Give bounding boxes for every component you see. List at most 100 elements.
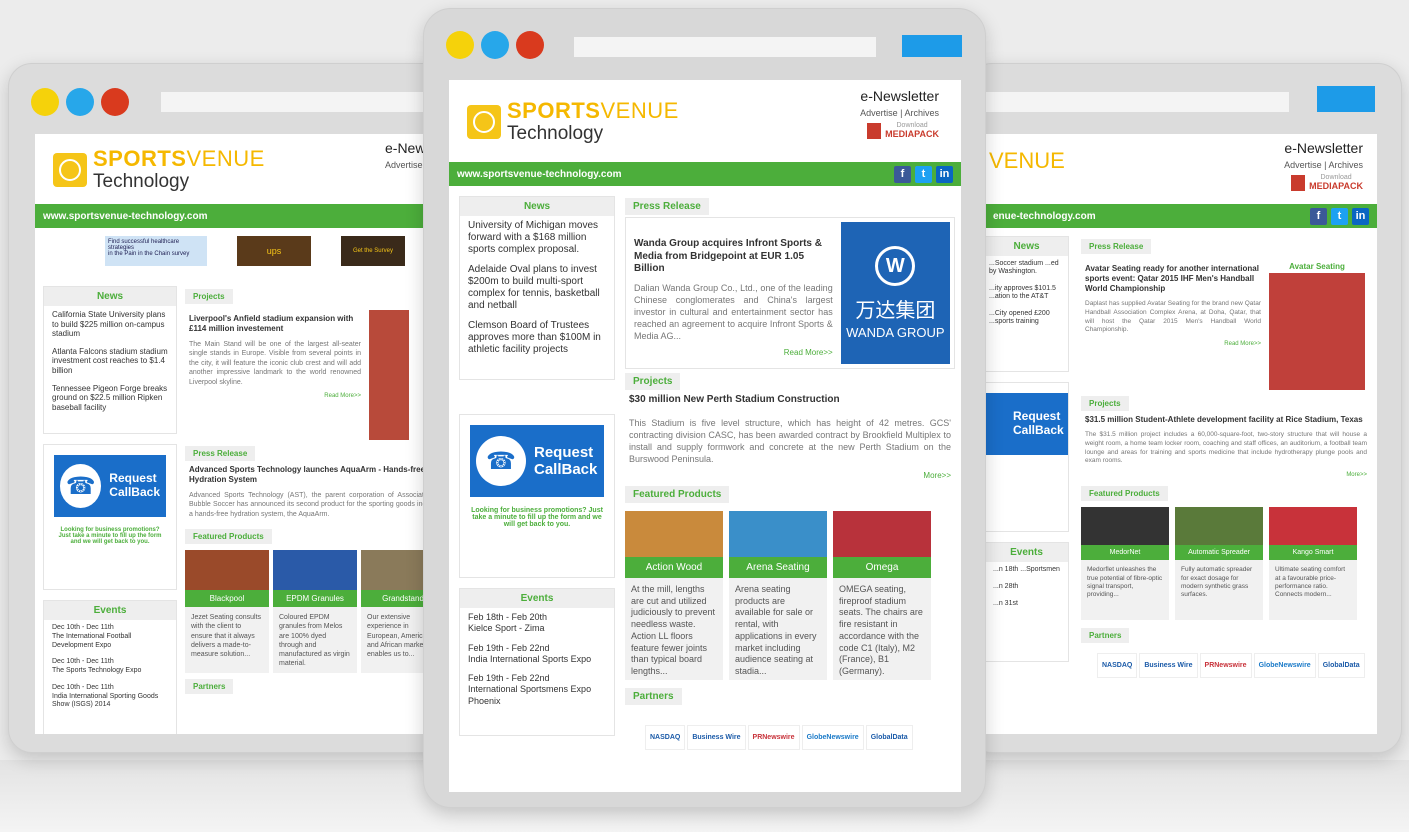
globaldata-logo[interactable]: GlobalData [1317,653,1365,679]
window-dot-yellow [446,31,474,59]
globaldata-logo[interactable]: GlobalData [865,725,913,751]
more-link[interactable]: More>> [1085,472,1367,478]
project-title[interactable]: Liverpool's Anfield stadium expansion wi… [189,314,361,334]
nasdaq-logo[interactable]: NASDAQ [645,725,686,751]
twitter-icon[interactable]: t [1331,207,1348,225]
facebook-icon[interactable]: f [1310,207,1327,225]
press-title[interactable]: Advanced Sports Technology launches Aqua… [189,465,443,485]
mediapack-download[interactable]: Download MEDIAPACK [860,122,939,139]
news-item[interactable]: University of Michigan moves forward wit… [460,216,614,260]
go-button[interactable] [1317,86,1375,112]
event-item[interactable]: ...n 31st [985,596,1068,613]
prnewswire-logo[interactable]: PRNewswire [747,725,800,751]
facebook-icon[interactable]: f [894,165,911,183]
right-main-column: Press Release Avatar Seating ready for a… [1081,236,1371,679]
news-item[interactable]: Adelaide Oval plans to invest $200m to b… [460,260,614,316]
request-callback-button[interactable]: Request CallBack [985,393,1068,455]
project-title[interactable]: $31.5 million Student-Athlete developmen… [1085,415,1367,425]
product-label[interactable]: EPDM Granules [273,590,357,608]
prnewswire-logo[interactable]: PRNewswire [1199,653,1252,679]
advertise-archives-links[interactable]: Advertise | Archives [1284,160,1363,170]
mediapack-download[interactable]: Download MEDIAPACK [1284,174,1363,191]
news-item[interactable]: California State University plans to bui… [44,306,176,343]
product-card[interactable]: Kango Smart Ultimate seating comfort at … [1269,507,1357,621]
request-callback-button[interactable]: ☎ Request CallBack [54,455,166,517]
read-more-link[interactable]: Read More>> [1085,341,1261,347]
product-card[interactable]: Action Wood At the mill, lengths are cut… [625,511,723,681]
product-card[interactable]: Automatic Spreader Fully automatic sprea… [1175,507,1263,621]
address-bar[interactable] [979,92,1289,112]
read-more-link[interactable]: Read More>> [189,393,361,399]
event-item[interactable]: ...n 28th [985,579,1068,596]
site-url-link[interactable]: www.sportsvenue-technology.com [457,169,621,180]
event-item[interactable]: Dec 10th - Dec 11th India International S… [44,680,176,714]
green-site-bar: www.sportsvenue-technology.com f t in [449,162,961,186]
logo-venue-text: VENUE [600,98,679,123]
window-dot-red [101,88,129,116]
address-bar[interactable] [161,92,441,112]
site-url-link[interactable]: enue-technology.com [993,211,1096,222]
globenewswire-logo[interactable]: GlobeNewswire [1253,653,1316,679]
project-title[interactable]: $30 million New Perth Stadium Constructi… [629,394,951,407]
product-label[interactable]: Kango Smart [1269,545,1357,561]
news-item[interactable]: ...ity approves $101.5 ...ation to the A… [985,281,1068,306]
healthcare-ad[interactable]: Find successful healthcare strategies in… [105,236,208,266]
products-row: MedorNet Medorflet unleashes the true po… [1081,507,1371,621]
products-row: Action Wood At the mill, lengths are cut… [625,511,955,681]
go-button[interactable] [902,35,962,57]
more-link[interactable]: More>> [629,471,951,480]
sportsvenue-logo[interactable]: SPORTSVENUE Technology [467,100,679,143]
request-callback-button[interactable]: ☎ Request CallBack [470,425,604,497]
product-label[interactable]: Automatic Spreader [1175,545,1263,561]
advertise-archives-links[interactable]: Advertise | Archives [860,108,939,118]
press-title[interactable]: Wanda Group acquires Infront Sports & Me… [634,238,833,276]
linkedin-icon[interactable]: in [1352,207,1369,225]
event-item[interactable]: Feb 18th - Feb 20th Kielce Sport - Zima [460,608,614,639]
twitter-icon[interactable]: t [915,165,932,183]
address-bar[interactable] [574,37,876,57]
partners-heading: Partners [185,679,234,695]
pdf-icon [867,122,882,139]
product-label[interactable]: Arena Seating [729,557,827,579]
news-item[interactable]: ...Soccer stadium ...ed by Washington. [985,256,1068,281]
product-label[interactable]: Blackpool [185,590,269,608]
product-label[interactable]: Action Wood [625,557,723,579]
product-card[interactable]: Omega OMEGA seating, fireproof stadium s… [833,511,931,681]
read-more-link[interactable]: Read More>> [634,348,833,357]
product-card[interactable]: EPDM Granules Coloured EPDM granules fro… [273,550,357,674]
businesswire-logo[interactable]: Business Wire [1139,653,1198,679]
event-item[interactable]: ...n 18th ...Sportsmen [985,562,1068,579]
sportsvenue-logo[interactable]: SPORTSVENUE Technology [53,148,265,191]
news-item[interactable]: Atlanta Falcons stadium stadium investme… [44,343,176,380]
product-card[interactable]: MedorNet Medorflet unleashes the true po… [1081,507,1169,621]
survey-button[interactable]: Get the Survey [340,236,405,266]
event-item[interactable]: Dec 10th - Dec 11th The Sports Technology… [44,654,176,680]
news-item[interactable]: Tennessee Pigeon Forge breaks ground on … [44,380,176,417]
logo-sports-text: SPORTS [507,98,601,123]
product-label[interactable]: Omega [833,557,931,579]
logo-badge-icon [467,104,501,139]
nasdaq-logo[interactable]: NASDAQ [1097,653,1138,679]
projects-heading: Projects [185,289,233,304]
globenewswire-logo[interactable]: GlobeNewswire [801,725,864,751]
press-title[interactable]: Avatar Seating ready for another interna… [1085,264,1261,294]
ad-banner[interactable]: Find successful healthcare strategies in… [105,234,405,268]
callback-box: ☎ Request CallBack Looking for business p… [459,414,615,578]
events-heading: Events [44,601,176,620]
news-item[interactable]: Clemson Board of Trustees approves more … [460,316,614,360]
product-desc: Medorflet unleashes the true potential o… [1081,560,1169,621]
linkedin-icon[interactable]: in [936,165,953,183]
event-item[interactable]: Dec 10th - Dec 11th The International Foo… [44,620,176,654]
news-item[interactable]: ...City opened £200 ...sports training [985,306,1068,331]
product-card[interactable]: Arena Seating Arena seating products are… [729,511,827,681]
wanda-emblem-icon: W [875,246,916,286]
event-item[interactable]: Feb 19th - Feb 22nd International Sportsm… [460,669,614,711]
product-desc: OMEGA seating, fireproof stadium seats. … [833,578,931,681]
site-url-link[interactable]: www.sportsvenue-technology.com [43,211,207,222]
enewsletter-block: e-Newsletter Advertise | Archives Downlo… [860,88,939,139]
event-item[interactable]: Feb 19th - Feb 22nd India International S… [460,639,614,670]
product-card[interactable]: Blackpool Jezet Seating consults with th… [185,550,269,674]
businesswire-logo[interactable]: Business Wire [687,725,746,751]
product-label[interactable]: MedorNet [1081,545,1169,561]
project-item: Liverpool's Anfield stadium expansion wi… [185,310,447,440]
